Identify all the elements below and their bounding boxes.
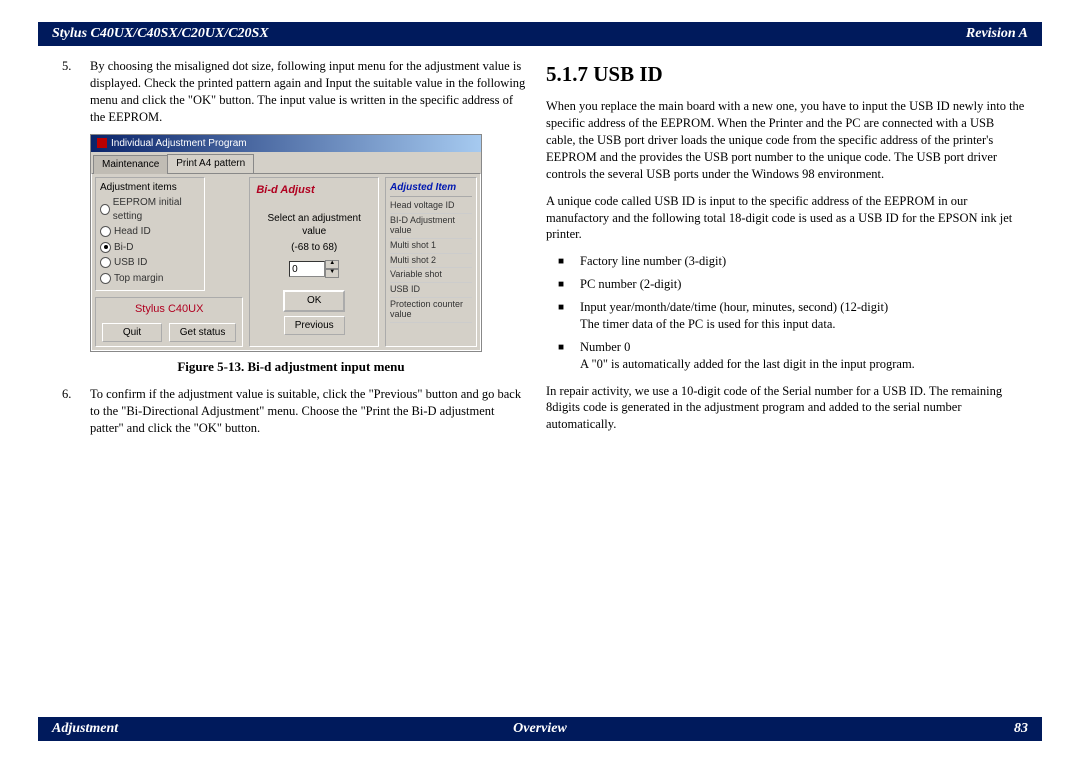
item-text: By choosing the misaligned dot size, fol… [90, 59, 525, 124]
spin-down-icon[interactable]: ▼ [325, 269, 339, 278]
tab-maintenance[interactable]: Maintenance [93, 155, 168, 174]
item-number: 5. [62, 58, 71, 75]
header-right: Revision A [966, 26, 1028, 42]
page-content: 5. By choosing the misaligned dot size, … [56, 58, 1042, 445]
list-item: Input year/month/date/time (hour, minute… [580, 299, 1026, 333]
paragraph: A unique code called USB ID is input to … [546, 193, 1026, 244]
list-item: Multi shot 2 [390, 254, 472, 269]
list-item: BI-D Adjustment value [390, 214, 472, 239]
header-bar: Stylus C40UX/C40SX/C20UX/C20SX Revision … [38, 22, 1042, 46]
tab-strip: Maintenance Print A4 pattern [91, 152, 481, 173]
list-item: Multi shot 1 [390, 239, 472, 254]
paragraph: When you replace the main board with a n… [546, 98, 1026, 182]
list-item-6: 6. To confirm if the adjustment value is… [90, 386, 526, 437]
instruction-line2: (-68 to 68) [291, 241, 337, 255]
panel-title: Adjustment items [100, 181, 200, 195]
right-column: 5.1.7 USB ID When you replace the main b… [546, 58, 1026, 445]
footer-bar: Adjustment Overview 83 [38, 717, 1042, 741]
footer-center: Overview [513, 721, 567, 737]
list-item: PC number (2-digit) [580, 276, 1026, 293]
window-title: Individual Adjustment Program [111, 137, 247, 151]
window-body: Adjustment items EEPROM initial setting … [91, 173, 481, 352]
spin-up-icon[interactable]: ▲ [325, 260, 339, 269]
footer-left: Adjustment [52, 721, 118, 737]
figure-caption: Figure 5-13. Bi-d adjustment input menu [56, 358, 526, 376]
value-input[interactable] [289, 261, 325, 277]
left-column: 5. By choosing the misaligned dot size, … [56, 58, 526, 445]
list-item-5: 5. By choosing the misaligned dot size, … [90, 58, 526, 126]
item-text: To confirm if the adjustment value is su… [90, 387, 521, 435]
model-label: Stylus C40UX [100, 300, 238, 321]
section-heading: 5.1.7 USB ID [546, 60, 1026, 88]
tab-print-a4[interactable]: Print A4 pattern [167, 154, 254, 173]
list-item: Number 0 A "0" is automatically added fo… [580, 339, 1026, 373]
list-item: Head voltage ID [390, 199, 472, 214]
list-item: Variable shot [390, 268, 472, 283]
radio-eeprom[interactable]: EEPROM initial setting [100, 196, 200, 223]
list-item: USB ID [390, 283, 472, 298]
previous-button[interactable]: Previous [284, 316, 345, 336]
adjustment-items-panel: Adjustment items EEPROM initial setting … [95, 177, 205, 292]
footer-right: 83 [1014, 721, 1028, 737]
instruction-line1: Select an adjustment value [254, 212, 374, 239]
app-icon [97, 138, 107, 148]
window-titlebar: Individual Adjustment Program [91, 135, 481, 153]
quit-button[interactable]: Quit [102, 323, 162, 343]
model-panel: Stylus C40UX Quit Get status [95, 297, 243, 347]
radio-head-id[interactable]: Head ID [100, 225, 200, 239]
ok-button[interactable]: OK [283, 290, 345, 312]
paragraph: In repair activity, we use a 10-digit co… [546, 383, 1026, 434]
header-left: Stylus C40UX/C40SX/C20UX/C20SX [52, 26, 269, 42]
bullet-list: Factory line number (3-digit) PC number … [546, 253, 1026, 372]
right-panel-title: Adjusted Item [390, 181, 472, 198]
panel-heading: Bi-d Adjust [254, 181, 374, 206]
figure-screenshot: Individual Adjustment Program Maintenanc… [90, 134, 526, 353]
radio-usb-id[interactable]: USB ID [100, 256, 200, 270]
list-item: Factory line number (3-digit) [580, 253, 1026, 270]
value-spinner[interactable]: ▲ ▼ [289, 260, 339, 278]
bid-adjust-panel: Bi-d Adjust Select an adjustment value (… [249, 177, 379, 348]
adjusted-item-panel: Adjusted Item Head voltage ID BI-D Adjus… [385, 177, 477, 348]
app-window: Individual Adjustment Program Maintenanc… [90, 134, 482, 353]
list-item: Protection counter value [390, 298, 472, 323]
radio-top-margin[interactable]: Top margin [100, 272, 200, 286]
item-number: 6. [62, 386, 71, 403]
get-status-button[interactable]: Get status [169, 323, 237, 343]
radio-bid[interactable]: Bi-D [100, 241, 200, 255]
